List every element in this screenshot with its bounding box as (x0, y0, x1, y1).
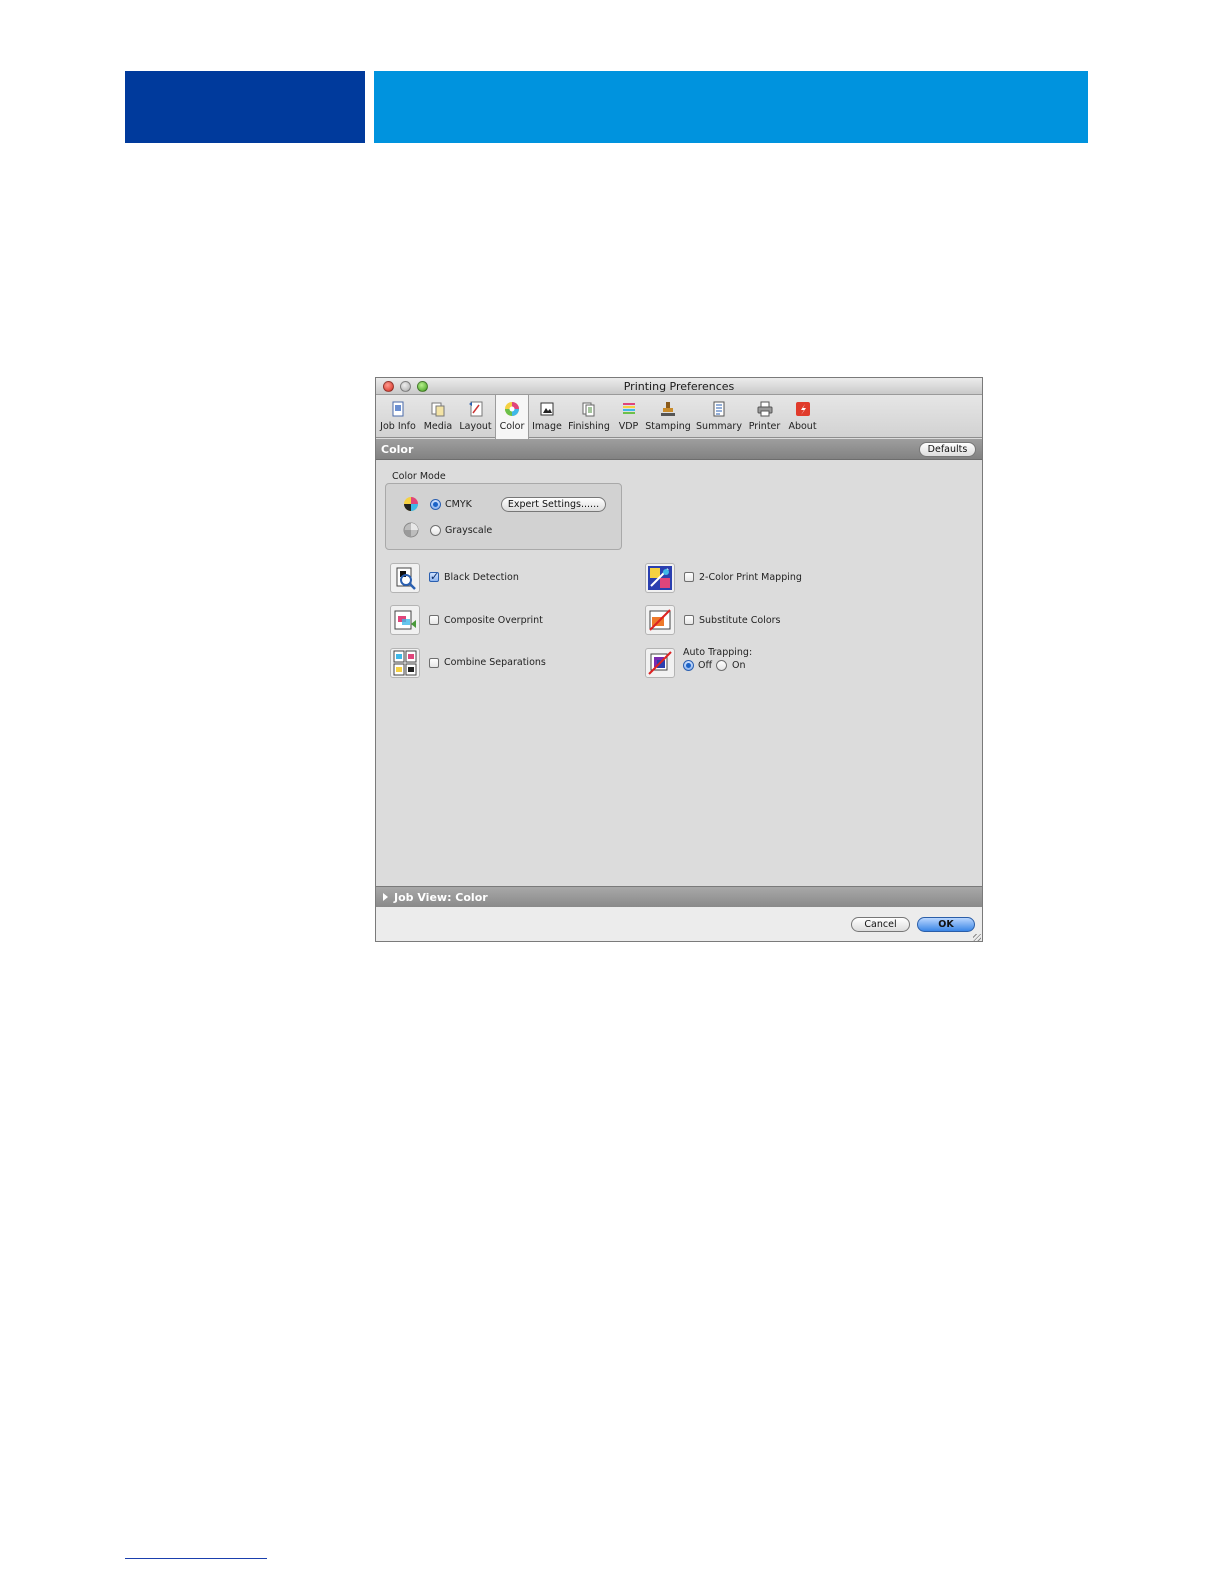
black-detection-checkbox[interactable] (429, 570, 439, 583)
color-wheel-icon (505, 402, 519, 416)
printer-icon (757, 401, 772, 417)
stamp-icon (661, 402, 675, 416)
tab-media[interactable]: Media (421, 395, 455, 438)
tab-about[interactable]: About (785, 395, 820, 438)
window-title: Printing Preferences (623, 380, 735, 393)
tab-stamping[interactable]: Stamping (645, 395, 691, 438)
black-detection-label: Black Detection (444, 572, 519, 583)
header-banner-left (125, 71, 365, 143)
job-view-disclosure[interactable]: Job View: Color (376, 886, 982, 907)
vdp-icon (622, 403, 635, 414)
composite-overprint-checkbox[interactable] (429, 615, 439, 625)
color-mode-group: CMYK Expert Settings...... Grayscale (385, 483, 622, 550)
ok-button[interactable]: OK (917, 917, 975, 932)
tab-layout[interactable]: Layout (457, 395, 494, 438)
substitute-colors-label: Substitute Colors (699, 615, 781, 626)
two-color-print-mapping-checkbox[interactable] (684, 572, 694, 582)
image-icon (540, 402, 554, 416)
auto-trapping-label: Auto Trapping: (683, 647, 753, 658)
two-color-print-mapping-icon (645, 563, 675, 593)
about-icon (795, 402, 810, 416)
combine-separations-checkbox[interactable] (429, 658, 439, 668)
auto-trapping-on-label: On (732, 660, 746, 671)
two-color-print-mapping-label: 2-Color Print Mapping (699, 572, 802, 583)
tab-finishing[interactable]: Finishing (566, 395, 612, 438)
combine-separations-icon (390, 648, 420, 678)
auto-trapping-off-radio[interactable] (683, 660, 694, 671)
printing-preferences-dialog: Printing Preferences Job Info Media Layo… (375, 377, 983, 942)
job-info-icon (392, 401, 404, 417)
substitute-colors-checkbox[interactable] (684, 615, 694, 625)
footer-rule (125, 1558, 267, 1559)
substitute-colors-icon (645, 605, 675, 635)
summary-icon (713, 401, 725, 417)
black-detection-icon (390, 563, 420, 593)
tab-job-info[interactable]: Job Info (378, 395, 418, 438)
tab-color[interactable]: Color (495, 395, 529, 439)
dialog-button-bar: Cancel OK (376, 907, 982, 941)
header-banner-right (374, 71, 1088, 143)
grayscale-radio[interactable] (430, 525, 441, 536)
media-icon (431, 402, 445, 417)
resize-grip-icon[interactable] (973, 934, 981, 941)
auto-trapping-off-label: Off (698, 660, 713, 671)
layout-icon (468, 401, 482, 417)
job-view-label: Job View: Color (394, 891, 488, 904)
expert-settings-button[interactable]: Expert Settings...... (501, 497, 606, 512)
cmyk-radio[interactable] (430, 499, 441, 510)
defaults-button[interactable]: Defaults (919, 442, 976, 457)
auto-trapping-on-radio[interactable] (716, 660, 727, 671)
combine-separations-label: Combine Separations (444, 657, 546, 668)
cmyk-icon (404, 497, 418, 511)
section-title: Color (381, 443, 414, 456)
toolbar-tabs: Job Info Media Layout Color Image Finish… (376, 395, 982, 439)
auto-trapping-icon (645, 648, 675, 678)
tab-printer[interactable]: Printer (747, 395, 782, 438)
tab-vdp[interactable]: VDP (616, 395, 641, 438)
composite-overprint-label: Composite Overprint (444, 615, 543, 626)
color-mode-label: Color Mode (392, 471, 446, 482)
section-header: Color Defaults (376, 439, 982, 460)
tab-summary[interactable]: Summary (696, 395, 742, 438)
composite-overprint-icon (390, 605, 420, 635)
grayscale-label: Grayscale (445, 525, 493, 536)
cancel-button[interactable]: Cancel (851, 917, 910, 932)
cmyk-label: CMYK (445, 499, 472, 510)
title-bar: Printing Preferences (376, 378, 982, 395)
tab-image[interactable]: Image (530, 395, 564, 438)
grayscale-icon (403, 522, 419, 538)
disclosure-triangle-icon (383, 893, 388, 901)
finishing-icon (582, 402, 595, 417)
